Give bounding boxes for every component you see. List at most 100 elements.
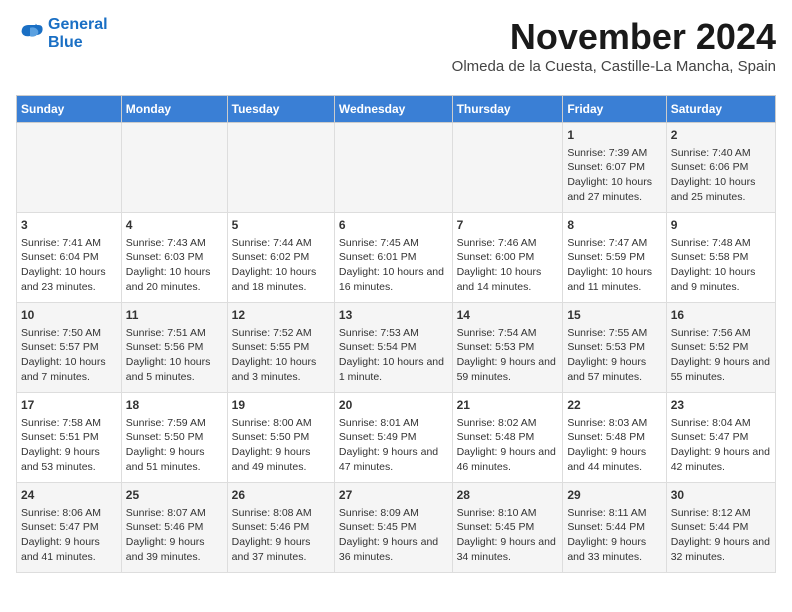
day-number: 29	[567, 487, 661, 504]
day-number: 26	[232, 487, 330, 504]
day-number: 30	[671, 487, 771, 504]
calendar-day-cell: 12Sunrise: 7:52 AM Sunset: 5:55 PM Dayli…	[227, 303, 334, 393]
logo: General Blue	[16, 16, 108, 51]
day-number: 23	[671, 397, 771, 414]
calendar-day-cell: 1Sunrise: 7:39 AM Sunset: 6:07 PM Daylig…	[563, 123, 666, 213]
day-number: 9	[671, 217, 771, 234]
day-info: Sunrise: 7:45 AM Sunset: 6:01 PM Dayligh…	[339, 236, 448, 295]
day-number: 3	[21, 217, 117, 234]
day-number: 28	[457, 487, 559, 504]
day-info: Sunrise: 7:54 AM Sunset: 5:53 PM Dayligh…	[457, 326, 559, 385]
day-info: Sunrise: 8:00 AM Sunset: 5:50 PM Dayligh…	[232, 416, 330, 475]
calendar-day-cell: 29Sunrise: 8:11 AM Sunset: 5:44 PM Dayli…	[563, 483, 666, 573]
day-number: 18	[126, 397, 223, 414]
calendar-table: SundayMondayTuesdayWednesdayThursdayFrid…	[16, 95, 776, 573]
day-number: 14	[457, 307, 559, 324]
calendar-day-cell: 17Sunrise: 7:58 AM Sunset: 5:51 PM Dayli…	[17, 393, 122, 483]
day-info: Sunrise: 7:58 AM Sunset: 5:51 PM Dayligh…	[21, 416, 117, 475]
calendar-week-row: 24 Sunrise: 8:06 AM Sunset: 5:47 PM Dayli…	[17, 483, 776, 573]
day-info: Sunrise: 8:04 AM Sunset: 5:47 PM Dayligh…	[671, 416, 771, 475]
month-title: November 2024	[452, 16, 776, 58]
calendar-day-cell: 5 Sunrise: 7:44 AM Sunset: 6:02 PM Daylig…	[227, 213, 334, 303]
title-section: November 2024 Olmeda de la Cuesta, Casti…	[452, 16, 776, 83]
day-number: 13	[339, 307, 448, 324]
day-info: Sunrise: 7:53 AM Sunset: 5:54 PM Dayligh…	[339, 326, 448, 385]
day-info: Sunrise: 7:44 AM Sunset: 6:02 PM Dayligh…	[232, 236, 330, 295]
day-number: 8	[567, 217, 661, 234]
weekday-header: Thursday	[452, 96, 563, 123]
day-number: 6	[339, 217, 448, 234]
day-info: Sunrise: 7:55 AM Sunset: 5:53 PM Dayligh…	[567, 326, 661, 385]
day-info: Sunrise: 7:51 AM Sunset: 5:56 PM Dayligh…	[126, 326, 223, 385]
day-number: 25	[126, 487, 223, 504]
calendar-day-cell: 22 Sunrise: 8:03 AM Sunset: 5:48 PM Dayli…	[563, 393, 666, 483]
calendar-day-cell: 10 Sunrise: 7:50 AM Sunset: 5:57 PM Dayli…	[17, 303, 122, 393]
day-number: 7	[457, 217, 559, 234]
calendar-day-cell	[452, 123, 563, 213]
logo-text: General Blue	[48, 16, 108, 51]
calendar-week-row: 17Sunrise: 7:58 AM Sunset: 5:51 PM Dayli…	[17, 393, 776, 483]
calendar-header: SundayMondayTuesdayWednesdayThursdayFrid…	[17, 96, 776, 123]
calendar-day-cell: 20 Sunrise: 8:01 AM Sunset: 5:49 PM Dayli…	[334, 393, 452, 483]
weekday-header: Saturday	[666, 96, 775, 123]
calendar-day-cell: 18 Sunrise: 7:59 AM Sunset: 5:50 PM Dayli…	[121, 393, 227, 483]
calendar-day-cell: 2 Sunrise: 7:40 AM Sunset: 6:06 PM Daylig…	[666, 123, 775, 213]
day-info: Sunrise: 8:01 AM Sunset: 5:49 PM Dayligh…	[339, 416, 448, 475]
day-info: Sunrise: 8:10 AM Sunset: 5:45 PM Dayligh…	[457, 506, 559, 565]
calendar-week-row: 1Sunrise: 7:39 AM Sunset: 6:07 PM Daylig…	[17, 123, 776, 213]
day-number: 24	[21, 487, 117, 504]
day-number: 1	[567, 127, 661, 144]
calendar-day-cell: 8 Sunrise: 7:47 AM Sunset: 5:59 PM Daylig…	[563, 213, 666, 303]
day-info: Sunrise: 7:46 AM Sunset: 6:00 PM Dayligh…	[457, 236, 559, 295]
calendar-day-cell: 28 Sunrise: 8:10 AM Sunset: 5:45 PM Dayli…	[452, 483, 563, 573]
calendar-day-cell: 11Sunrise: 7:51 AM Sunset: 5:56 PM Dayli…	[121, 303, 227, 393]
calendar-day-cell: 15 Sunrise: 7:55 AM Sunset: 5:53 PM Dayli…	[563, 303, 666, 393]
day-number: 15	[567, 307, 661, 324]
day-number: 10	[21, 307, 117, 324]
calendar-day-cell: 9Sunrise: 7:48 AM Sunset: 5:58 PM Daylig…	[666, 213, 775, 303]
day-info: Sunrise: 8:12 AM Sunset: 5:44 PM Dayligh…	[671, 506, 771, 565]
day-info: Sunrise: 7:40 AM Sunset: 6:06 PM Dayligh…	[671, 146, 771, 205]
day-info: Sunrise: 8:06 AM Sunset: 5:47 PM Dayligh…	[21, 506, 117, 565]
day-info: Sunrise: 8:07 AM Sunset: 5:46 PM Dayligh…	[126, 506, 223, 565]
weekday-header: Friday	[563, 96, 666, 123]
day-info: Sunrise: 8:08 AM Sunset: 5:46 PM Dayligh…	[232, 506, 330, 565]
day-info: Sunrise: 8:02 AM Sunset: 5:48 PM Dayligh…	[457, 416, 559, 475]
calendar-day-cell: 16 Sunrise: 7:56 AM Sunset: 5:52 PM Dayli…	[666, 303, 775, 393]
calendar-week-row: 10 Sunrise: 7:50 AM Sunset: 5:57 PM Dayli…	[17, 303, 776, 393]
calendar-day-cell: 23 Sunrise: 8:04 AM Sunset: 5:47 PM Dayli…	[666, 393, 775, 483]
day-number: 27	[339, 487, 448, 504]
day-number: 20	[339, 397, 448, 414]
day-number: 2	[671, 127, 771, 144]
day-info: Sunrise: 8:03 AM Sunset: 5:48 PM Dayligh…	[567, 416, 661, 475]
calendar-day-cell	[334, 123, 452, 213]
day-info: Sunrise: 7:56 AM Sunset: 5:52 PM Dayligh…	[671, 326, 771, 385]
calendar-day-cell	[227, 123, 334, 213]
calendar-day-cell	[17, 123, 122, 213]
day-number: 22	[567, 397, 661, 414]
calendar-day-cell: 6 Sunrise: 7:45 AM Sunset: 6:01 PM Daylig…	[334, 213, 452, 303]
weekday-header: Tuesday	[227, 96, 334, 123]
day-info: Sunrise: 7:50 AM Sunset: 5:57 PM Dayligh…	[21, 326, 117, 385]
calendar-day-cell: 3 Sunrise: 7:41 AM Sunset: 6:04 PM Daylig…	[17, 213, 122, 303]
calendar-day-cell: 21Sunrise: 8:02 AM Sunset: 5:48 PM Dayli…	[452, 393, 563, 483]
logo-icon	[16, 18, 44, 46]
day-info: Sunrise: 8:09 AM Sunset: 5:45 PM Dayligh…	[339, 506, 448, 565]
header-row: SundayMondayTuesdayWednesdayThursdayFrid…	[17, 96, 776, 123]
calendar-day-cell: 14 Sunrise: 7:54 AM Sunset: 5:53 PM Dayli…	[452, 303, 563, 393]
day-info: Sunrise: 7:59 AM Sunset: 5:50 PM Dayligh…	[126, 416, 223, 475]
day-info: Sunrise: 7:41 AM Sunset: 6:04 PM Dayligh…	[21, 236, 117, 295]
day-number: 5	[232, 217, 330, 234]
calendar-body: 1Sunrise: 7:39 AM Sunset: 6:07 PM Daylig…	[17, 123, 776, 573]
calendar-day-cell	[121, 123, 227, 213]
calendar-day-cell: 4Sunrise: 7:43 AM Sunset: 6:03 PM Daylig…	[121, 213, 227, 303]
day-info: Sunrise: 7:52 AM Sunset: 5:55 PM Dayligh…	[232, 326, 330, 385]
day-info: Sunrise: 7:43 AM Sunset: 6:03 PM Dayligh…	[126, 236, 223, 295]
calendar-day-cell: 30 Sunrise: 8:12 AM Sunset: 5:44 PM Dayli…	[666, 483, 775, 573]
weekday-header: Sunday	[17, 96, 122, 123]
calendar-day-cell: 19Sunrise: 8:00 AM Sunset: 5:50 PM Dayli…	[227, 393, 334, 483]
day-info: Sunrise: 7:47 AM Sunset: 5:59 PM Dayligh…	[567, 236, 661, 295]
weekday-header: Wednesday	[334, 96, 452, 123]
calendar-week-row: 3 Sunrise: 7:41 AM Sunset: 6:04 PM Daylig…	[17, 213, 776, 303]
day-number: 16	[671, 307, 771, 324]
